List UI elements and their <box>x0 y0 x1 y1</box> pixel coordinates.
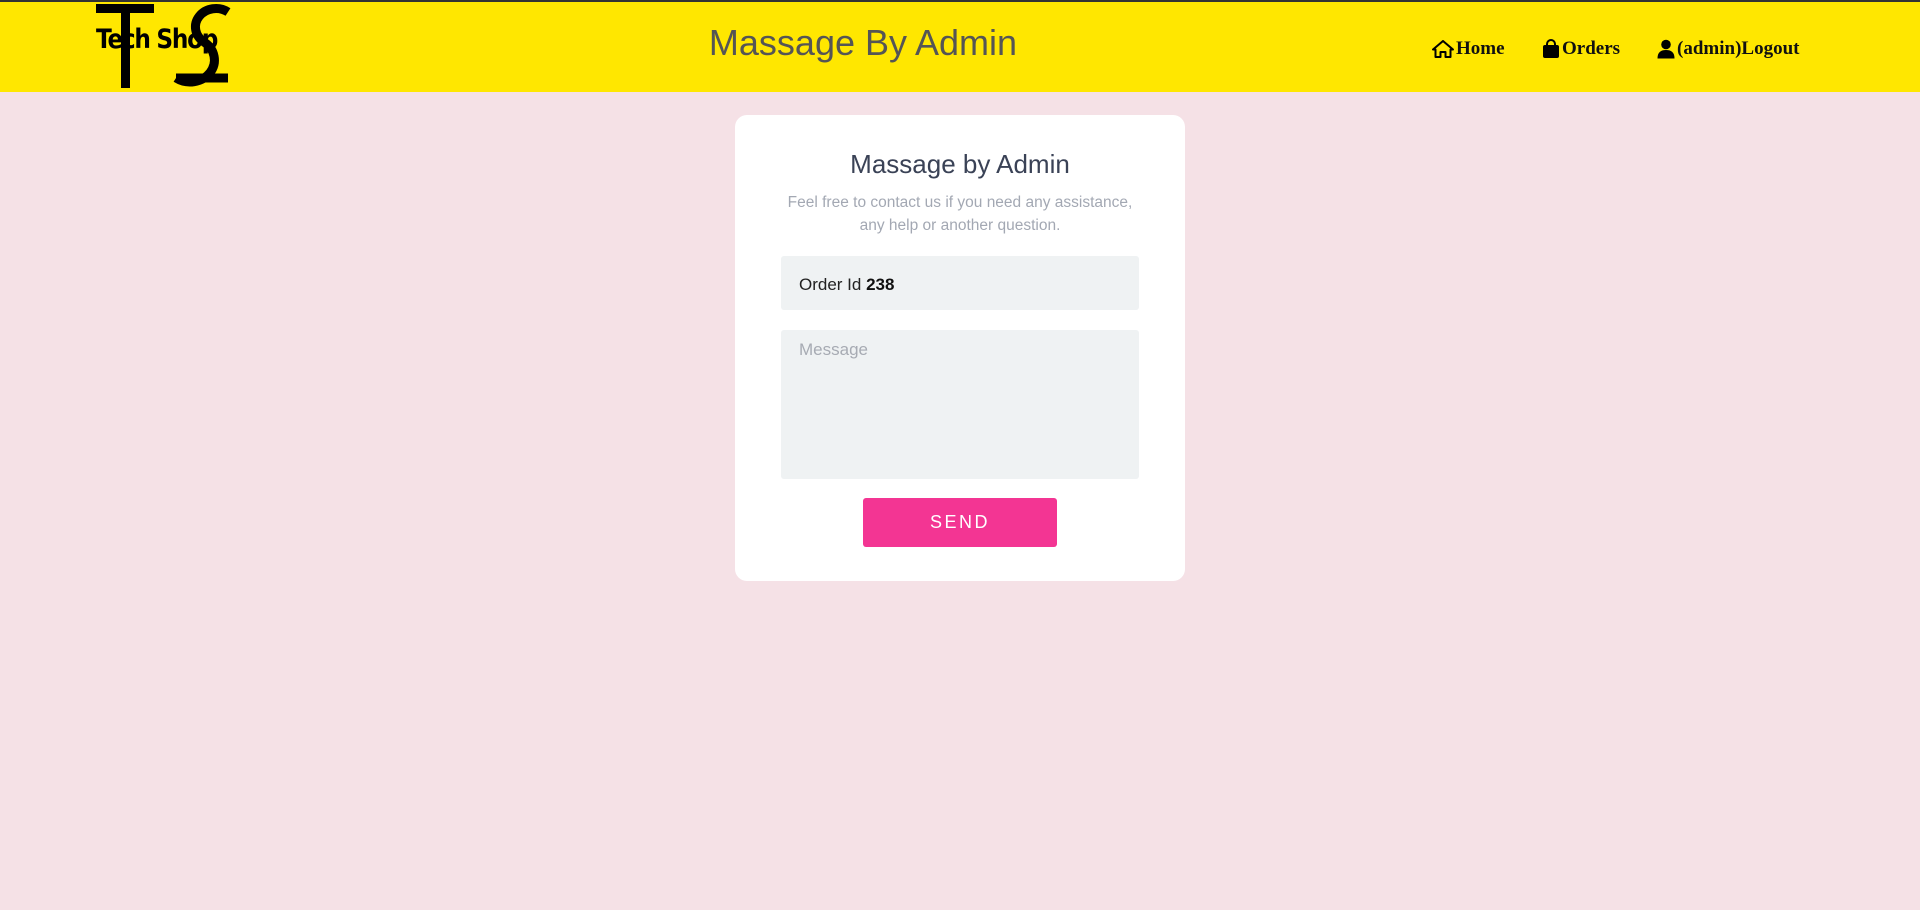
send-button[interactable]: SEND <box>863 498 1057 547</box>
message-textarea[interactable] <box>781 330 1139 479</box>
order-id-field: Order Id 238 <box>781 256 1139 310</box>
nav-home-link[interactable]: Home <box>1432 38 1505 60</box>
order-id-value: 238 <box>866 275 895 294</box>
nav-logout-label: (admin)Logout <box>1677 38 1800 59</box>
form-subtitle: Feel free to contact us if you need any … <box>787 194 1133 234</box>
home-icon <box>1432 40 1454 58</box>
nav-orders-link[interactable]: Orders <box>1542 38 1620 60</box>
shopping-bag-icon <box>1543 39 1559 58</box>
top-navbar: Tech Shop Massage By Admin Home Orders (… <box>0 0 1920 92</box>
nav-logout-link[interactable]: (admin)Logout <box>1657 38 1799 60</box>
order-id-label: Order Id <box>799 275 867 294</box>
user-icon <box>1657 39 1675 59</box>
form-title: Massage by Admin <box>850 149 1070 179</box>
nav-home-label: Home <box>1456 38 1505 59</box>
message-form-card: Massage by Admin Feel free to contact us… <box>735 115 1185 581</box>
nav-orders-label: Orders <box>1562 38 1621 59</box>
